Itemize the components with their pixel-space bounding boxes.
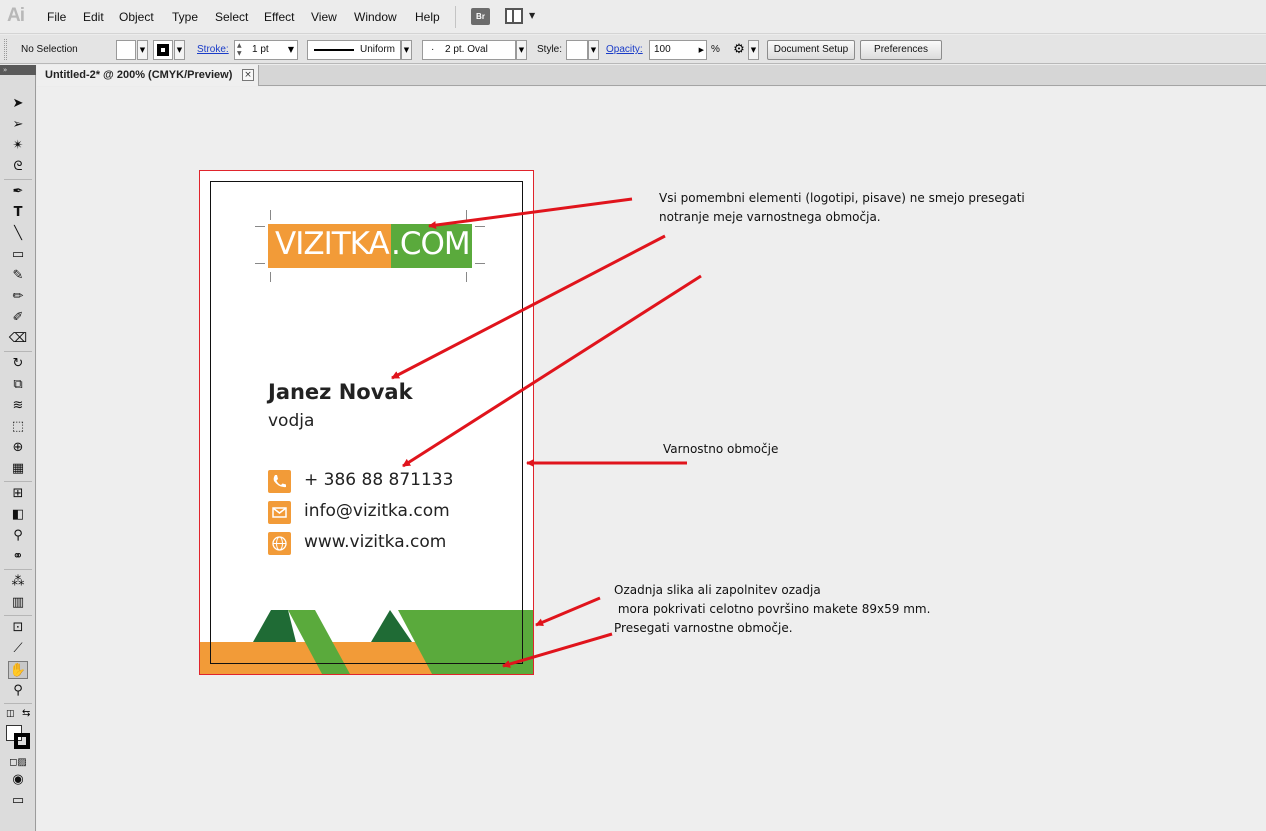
arrow-to-phone xyxy=(402,274,702,468)
annotation-arrows xyxy=(391,197,702,668)
arrow-to-background xyxy=(535,596,601,627)
annotation-safe-elements: Vsi pomembni elementi (logotipi, pisave)… xyxy=(659,191,1025,224)
annotation-background: Ozadnja slika ali zapolnitev ozadja mora… xyxy=(614,583,931,635)
arrow-to-logo xyxy=(428,197,633,230)
arrow-to-bleed xyxy=(502,632,613,668)
annotation-safe-area: Varnostno območje xyxy=(663,442,779,456)
arrow-to-name xyxy=(391,234,666,380)
